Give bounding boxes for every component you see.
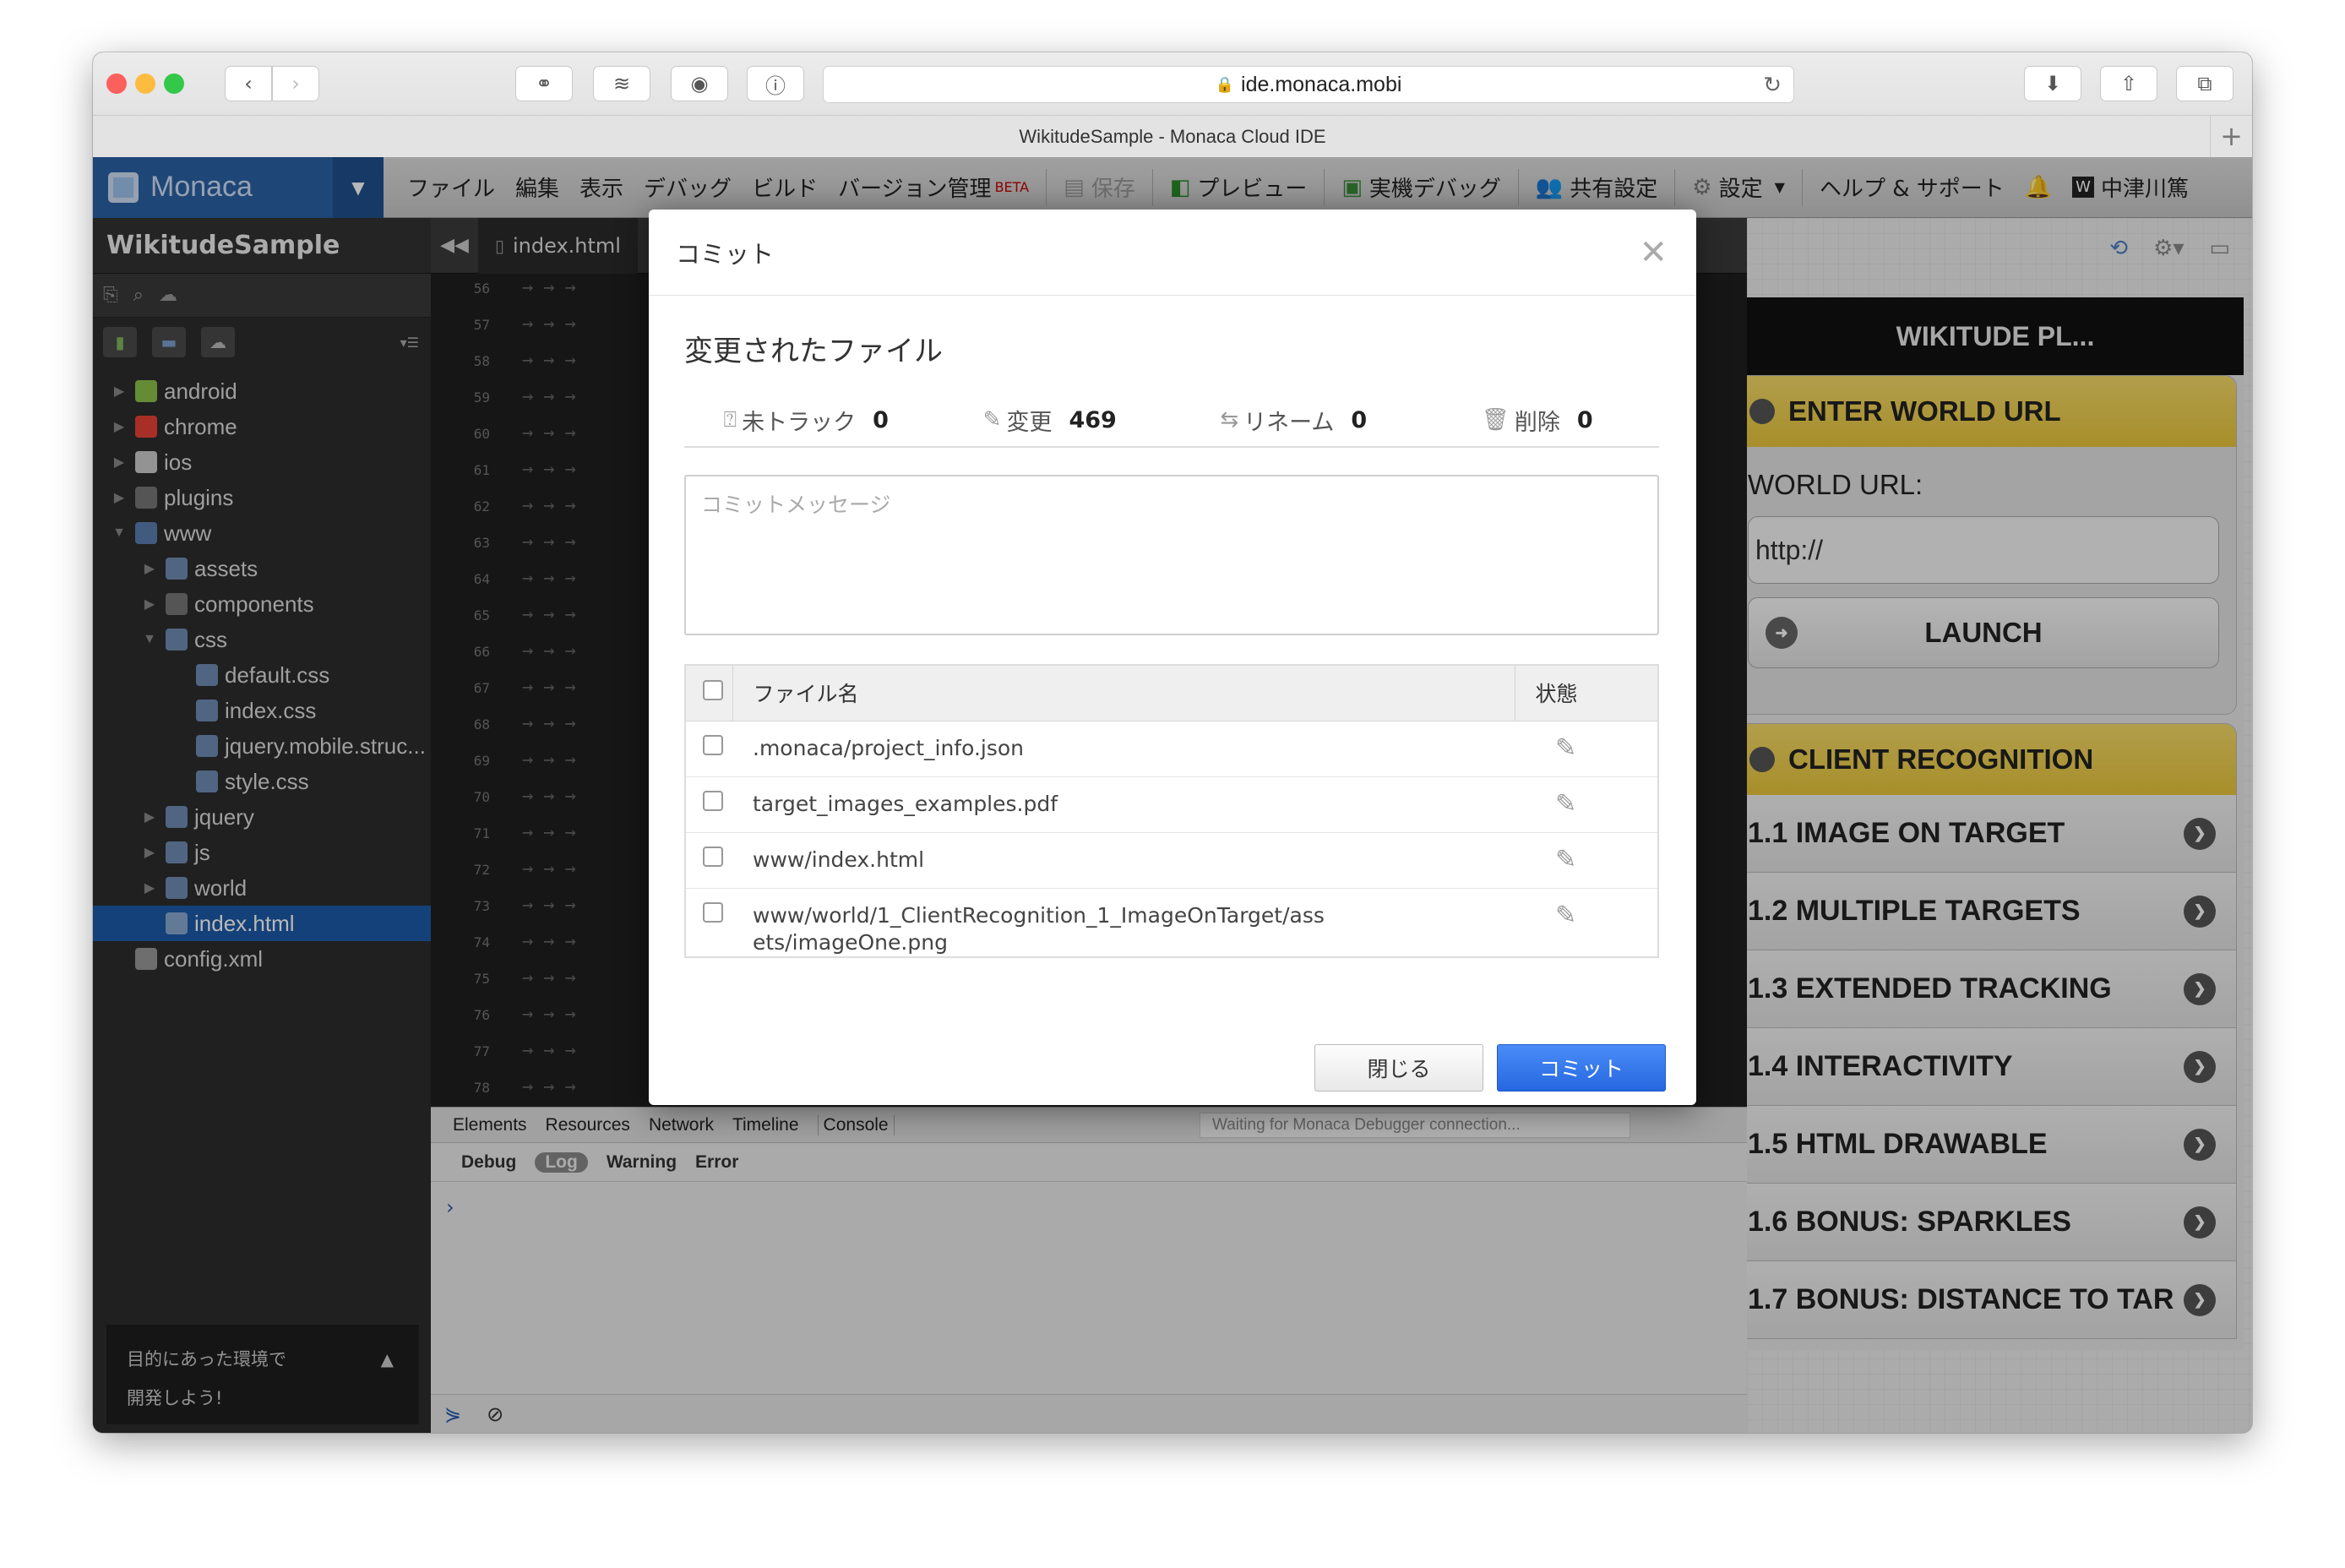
row-checkbox[interactable] (703, 901, 723, 923)
layers-icon: ≋ (612, 72, 631, 95)
tabs-button[interactable]: ⧉ (2176, 66, 2233, 101)
modified-icon: ✎ (1555, 788, 1577, 819)
table-row[interactable]: .monaca/project_info.json ✎ (685, 721, 1658, 777)
chevron-right-icon: › (291, 72, 300, 95)
stat-label: 変更 (1006, 409, 1053, 436)
modified-icon: ✎ (1555, 732, 1577, 763)
camera-icon: ◉ (690, 72, 709, 95)
close-window-button[interactable] (106, 74, 127, 94)
stat-untracked: ⍰ 未トラック 0 (684, 404, 928, 437)
change-stats: ⍰ 未トラック 0 ✎ 変更 469 ⇆ リネーム 0 🗑 削除 0 (684, 394, 1659, 448)
back-button[interactable]: ‹ (225, 66, 272, 101)
plus-icon: + (2220, 120, 2243, 152)
stat-label: 未トラック (742, 409, 857, 436)
info-button[interactable]: ⓘ (747, 66, 804, 101)
table-row[interactable]: www/index.html ✎ (685, 832, 1658, 889)
link-button[interactable]: ⚭ (515, 66, 573, 101)
layers-button[interactable]: ≋ (593, 66, 650, 101)
modified-icon: ✎ (1555, 844, 1577, 874)
row-checkbox[interactable] (703, 734, 723, 755)
row-checkbox-cell (685, 888, 732, 957)
table-row[interactable]: target_images_examples.pdf ✎ (685, 776, 1658, 833)
table-header-row: ファイル名 状態 (685, 665, 1658, 721)
filename-column-header[interactable]: ファイル名 (732, 665, 1515, 721)
row-checkbox[interactable] (703, 790, 723, 811)
status-cell: ✎ (1515, 832, 1658, 889)
stat-label: リネーム (1243, 409, 1335, 436)
dialog-title: コミット (676, 239, 775, 269)
minimize-window-button[interactable] (135, 74, 155, 94)
trash-icon: 🗑 (1481, 407, 1510, 433)
rename-icon: ⇆ (1220, 407, 1239, 433)
screenshot-button[interactable]: ◉ (671, 66, 728, 101)
file-name-cell: target_images_examples.pdf (732, 776, 1515, 833)
stat-count: 0 (1576, 406, 1593, 433)
commit-button[interactable]: コミット (1497, 1044, 1666, 1092)
stat-count: 0 (873, 406, 889, 433)
page-title: WikitudeSample - Monaca Cloud IDE (1019, 125, 1326, 147)
chevron-left-icon: ‹ (244, 72, 253, 95)
dialog-header: コミット (649, 210, 1696, 296)
browser-window: ‹ › ⚭ ≋ ◉ ⓘ 🔒 ide.monaca.mobi ↻ ⬇ ⇧ ⧉ Wi… (93, 52, 2252, 1433)
changed-files-table: ファイル名 状態 .monaca/project_info.json ✎ targe… (684, 664, 1659, 958)
share-button[interactable]: ⇧ (2100, 66, 2157, 101)
info-icon: ⓘ (765, 74, 786, 98)
download-icon: ⬇ (2043, 72, 2062, 95)
close-button[interactable]: 閉じる (1314, 1044, 1483, 1092)
new-tab-button[interactable]: + (2210, 115, 2252, 157)
stat-trash: 🗑 削除 0 (1416, 404, 1660, 437)
share-icon: ⇧ (2119, 72, 2138, 95)
select-all-cell (685, 665, 733, 721)
lock-icon: 🔒 (1215, 75, 1235, 93)
row-checkbox-cell (685, 776, 732, 833)
zoom-window-button[interactable] (164, 74, 184, 94)
row-checkbox-cell (685, 832, 732, 889)
table-row[interactable]: www/world/1_ClientRecognition_1_ImageOnT… (685, 888, 1658, 957)
select-all-checkbox[interactable] (703, 680, 723, 701)
address-bar[interactable]: 🔒 ide.monaca.mobi ↻ (823, 66, 1794, 103)
status-cell: ✎ (1515, 721, 1658, 777)
file-name-cell: www/index.html (732, 832, 1515, 889)
status-cell: ✎ (1515, 888, 1658, 957)
stat-count: 0 (1351, 406, 1368, 433)
close-label: 閉じる (1367, 1057, 1431, 1081)
url-text: ide.monaca.mobi (1241, 72, 1402, 96)
row-checkbox[interactable] (703, 846, 723, 867)
status-cell: ✎ (1515, 776, 1658, 833)
commit-message-input[interactable] (684, 475, 1659, 635)
status-column-header[interactable]: 状態 (1515, 665, 1658, 721)
forward-button[interactable]: › (272, 66, 319, 101)
stat-modified: ✎ 変更 469 (928, 404, 1172, 437)
stat-rename: ⇆ リネーム 0 (1172, 404, 1416, 437)
modified-icon: ✎ (982, 407, 1002, 433)
reload-icon[interactable]: ↻ (1763, 72, 1782, 98)
downloads-button[interactable]: ⬇ (2024, 66, 2081, 101)
dialog-close-icon[interactable]: ✕ (1639, 233, 1668, 272)
file-name-cell: www/world/1_ClientRecognition_1_ImageOnT… (732, 888, 1515, 957)
changed-files-heading: 変更されたファイル (684, 335, 943, 368)
stat-count: 469 (1069, 406, 1117, 433)
tabs-icon: ⧉ (2197, 72, 2212, 95)
file-name-cell: .monaca/project_info.json (732, 721, 1515, 777)
stat-label: 削除 (1514, 409, 1560, 436)
commit-dialog: コミット ✕ 変更されたファイル ⍰ 未トラック 0 ✎ 変更 469 ⇆ リネーム 0 🗑 削除 0… (649, 210, 1696, 1105)
browser-chrome: ‹ › ⚭ ≋ ◉ ⓘ 🔒 ide.monaca.mobi ↻ ⬇ ⇧ ⧉ Wi… (93, 52, 2252, 157)
row-checkbox-cell (685, 721, 732, 777)
modified-icon: ✎ (1555, 900, 1577, 930)
commit-label: コミット (1538, 1057, 1624, 1081)
page-tab[interactable]: WikitudeSample - Monaca Cloud IDE (93, 115, 2252, 157)
untracked-icon: ⍰ (723, 406, 737, 433)
link-icon: ⚭ (535, 72, 553, 95)
file-rows: .monaca/project_info.json ✎ target_images_… (685, 721, 1658, 957)
